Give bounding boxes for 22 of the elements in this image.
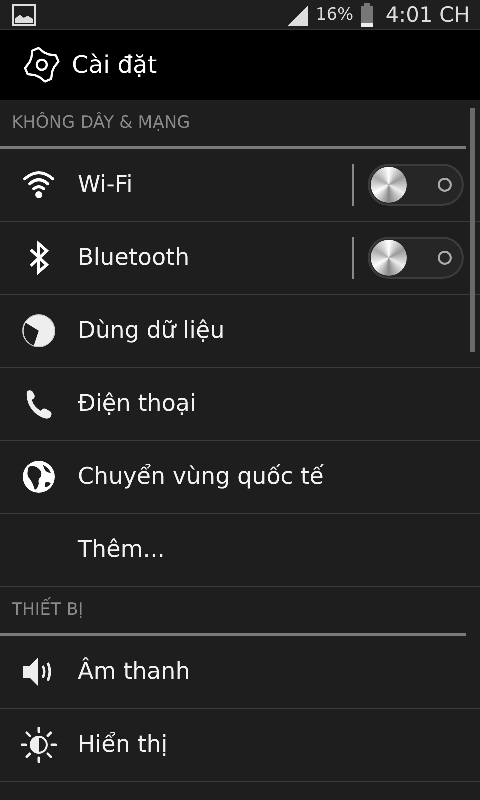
toggle-switch[interactable] [368,164,464,206]
battery-percent: 16% [316,4,354,24]
section-header: THIẾT BỊ [0,587,480,633]
screen-title: Cài đặt [72,51,158,79]
pie-chart-icon [21,313,57,349]
item-label[interactable]: Âm thanh [78,659,464,685]
item-label[interactable]: Điện thoại [78,391,464,417]
item-label[interactable]: Chuyển vùng quốc tế [78,464,464,490]
toggle-switch[interactable] [368,237,464,279]
clock-time: 4:01 CH [386,2,470,26]
item-label[interactable]: Thêm... [78,537,464,563]
section-header: KHÔNG DÂY & MẠNG [11,111,192,135]
item-label[interactable]: Dùng dữ liệu [78,318,464,344]
globe-icon [21,459,57,495]
signal-icon [286,4,310,26]
item-label[interactable]: Hiển thị [78,732,464,758]
battery-icon [360,2,374,26]
item-label[interactable]: Bluetooth [78,245,352,271]
image-notification-icon [12,4,36,26]
item-label[interactable]: Wi-Fi [78,172,352,198]
brightness-icon [21,727,57,763]
settings-icon [22,45,62,85]
